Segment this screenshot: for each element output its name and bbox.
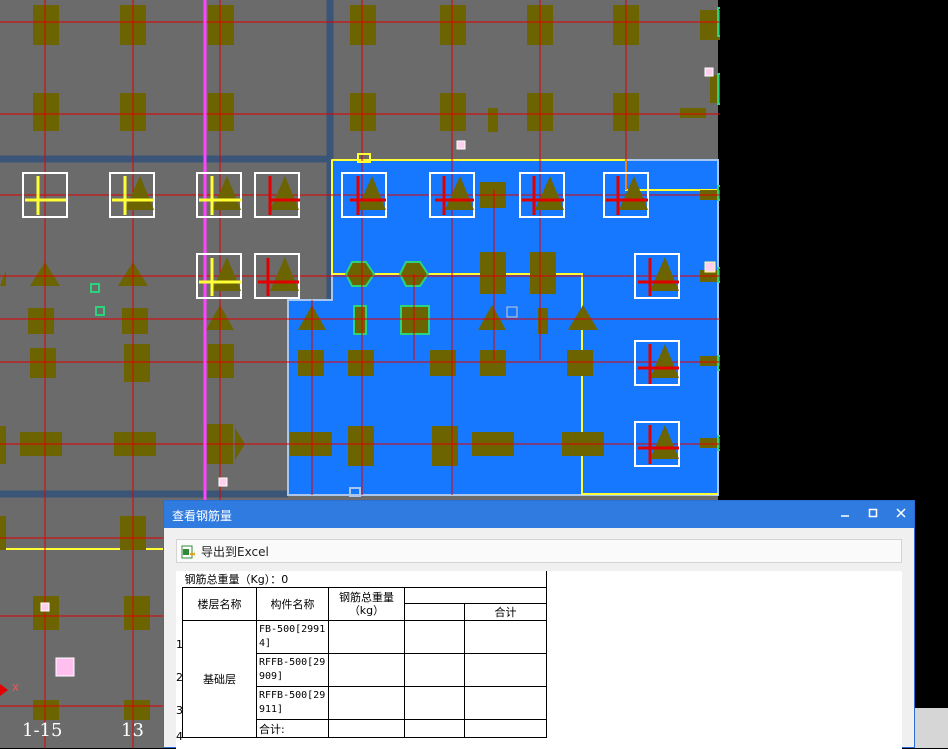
maximize-button[interactable]: [862, 504, 884, 524]
header-total-weight: 钢筋总重量（kg）: [328, 587, 405, 621]
subtotal-label-cell: 合计:: [256, 719, 329, 738]
total-weight-summary: 钢筋总重量（Kg）：0: [182, 571, 547, 588]
header-component-name: 构件名称: [256, 587, 329, 621]
data-cell[interactable]: [404, 686, 465, 720]
dialog-toolbar: 导出到Excel: [176, 539, 902, 563]
weight-cell[interactable]: [328, 719, 405, 738]
axis-label-13: 13: [121, 720, 144, 741]
header-floor-name: 楼层名称: [182, 587, 257, 621]
header-sum: 合计: [464, 603, 547, 621]
weight-cell[interactable]: [328, 653, 405, 687]
excel-export-icon: [181, 545, 195, 558]
data-cell[interactable]: [404, 620, 465, 654]
dialog-title: 查看钢筋量: [172, 509, 233, 523]
minimize-icon: [841, 515, 849, 517]
rebar-quantity-dialog[interactable]: 查看钢筋量 导出到Excel 1 2 3 4 钢筋总重量（Kg）：0 楼层名称 …: [163, 500, 915, 749]
dialog-titlebar[interactable]: 查看钢筋量: [164, 501, 914, 528]
rebar-report-grid[interactable]: 1 2 3 4 钢筋总重量（Kg）：0 楼层名称 构件名称 钢筋总重量（kg） …: [176, 571, 902, 749]
rebar-report-table: 钢筋总重量（Kg）：0 楼层名称 构件名称 钢筋总重量（kg） 合计 基础层 F…: [182, 571, 547, 738]
close-button[interactable]: [890, 504, 912, 524]
export-label: 导出到Excel: [201, 545, 269, 559]
close-icon: [896, 508, 906, 518]
weight-cell[interactable]: [328, 686, 405, 720]
maximize-icon: [868, 508, 878, 518]
component-cell[interactable]: FB-500[29914]: [256, 620, 329, 654]
window-edge-panel: [915, 708, 948, 748]
minimize-button[interactable]: [834, 504, 856, 524]
header-group: [404, 587, 547, 604]
component-cell[interactable]: RFFB-500[29911]: [256, 686, 329, 720]
sum-cell[interactable]: [464, 719, 547, 738]
sum-cell[interactable]: [464, 653, 547, 687]
axis-label-1-15: 1-15: [22, 720, 63, 741]
component-cell[interactable]: RFFB-500[29909]: [256, 653, 329, 687]
data-cell[interactable]: [404, 653, 465, 687]
weight-cell[interactable]: [328, 620, 405, 654]
empty-viewport-area: [720, 0, 948, 500]
floor-name-cell[interactable]: 基础层: [182, 620, 257, 738]
axis-x-marker: X: [12, 683, 19, 694]
export-to-excel-button[interactable]: 导出到Excel: [181, 542, 269, 561]
data-cell[interactable]: [404, 719, 465, 738]
header-empty: [404, 603, 465, 621]
sum-cell[interactable]: [464, 620, 547, 654]
sum-cell[interactable]: [464, 686, 547, 720]
